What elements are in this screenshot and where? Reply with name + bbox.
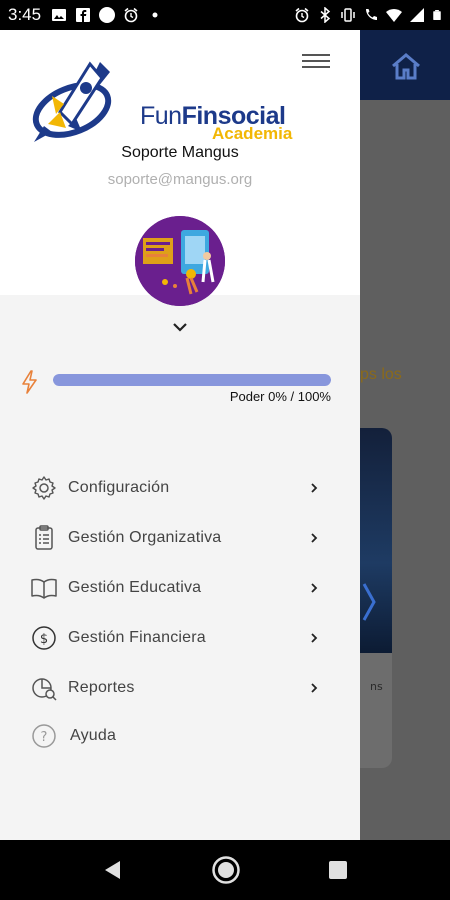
- dot-icon: [152, 12, 158, 18]
- menu-item-gestion-financiera[interactable]: $ Gestión Financiera: [0, 616, 360, 660]
- circle-icon: [99, 7, 116, 23]
- back-icon[interactable]: [102, 859, 122, 881]
- volte-icon: [366, 9, 377, 20]
- bluetooth-icon: [320, 7, 331, 23]
- status-bar: 3:45: [0, 0, 450, 30]
- alarm-icon: [124, 7, 138, 23]
- logo-fun: Fun: [140, 102, 182, 130]
- battery-icon: [433, 10, 441, 20]
- menu-item-label: Configuración: [68, 479, 170, 496]
- chevron-down-icon[interactable]: [170, 320, 190, 334]
- menu-item-label: Reportes: [68, 679, 135, 696]
- background-header: [360, 30, 450, 100]
- logo-academia: Academia: [212, 124, 293, 143]
- chevron-right-icon: [311, 583, 318, 593]
- home-button-icon[interactable]: [211, 855, 241, 885]
- menu-item-reportes[interactable]: Reportes: [0, 666, 360, 710]
- background-card-text: ns: [370, 680, 383, 693]
- dollar-icon: $: [32, 626, 56, 650]
- status-time: 3:45: [8, 5, 42, 24]
- rocket-logo-icon: [32, 61, 112, 142]
- lightning-icon: [22, 370, 37, 394]
- user-email: soporte@mangus.org: [107, 171, 253, 188]
- help-icon: ?: [32, 724, 56, 748]
- home-icon: [392, 53, 420, 80]
- menu-item-configuracion[interactable]: Configuración: [0, 466, 360, 510]
- menu-item-ayuda[interactable]: ? Ayuda: [0, 714, 360, 758]
- background-app-content: ps los ns: [360, 30, 450, 840]
- power-progress-bar: [53, 374, 331, 386]
- hamburger-menu-button[interactable]: [302, 50, 330, 74]
- avatar[interactable]: [135, 216, 225, 306]
- menu-item-label: Gestión Organizativa: [68, 529, 222, 546]
- chevron-right-icon: [311, 683, 318, 693]
- menu-item-label: Gestión Educativa: [68, 579, 202, 596]
- svg-text:$: $: [40, 632, 48, 647]
- chevron-right-icon: [311, 533, 318, 543]
- signal-icon: [410, 8, 424, 22]
- navigation-drawer: FunFinsocial Academia Soporte Mangus sop…: [0, 30, 360, 840]
- menu-item-gestion-educativa[interactable]: Gestión Educativa: [0, 566, 360, 610]
- svg-text:?: ?: [41, 730, 48, 745]
- power-progress-label: Poder 0% / 100%: [229, 389, 331, 404]
- alarm-icon: [295, 7, 309, 23]
- chevron-right-icon: [311, 483, 318, 493]
- menu-item-label: Ayuda: [70, 727, 117, 744]
- background-card: ns: [360, 428, 392, 768]
- facebook-icon: [76, 8, 91, 22]
- background-card-image: [360, 428, 392, 653]
- user-name: Soporte Mangus: [121, 144, 239, 161]
- avatar-image: [135, 216, 225, 306]
- chevron-right-icon: [311, 633, 318, 643]
- menu-item-label: Gestión Financiera: [68, 629, 206, 646]
- gear-icon: [32, 476, 56, 500]
- report-icon: [32, 678, 57, 701]
- wifi-icon: [386, 9, 402, 22]
- clipboard-icon: [35, 525, 53, 550]
- recent-apps-icon[interactable]: [328, 860, 348, 880]
- image-icon: [52, 9, 67, 21]
- system-navigation-bar: [0, 840, 450, 900]
- chevron-right-icon: [362, 583, 376, 621]
- vibrate-icon: [341, 8, 355, 22]
- funfinsocial-logo: FunFinsocial Academia: [30, 52, 292, 147]
- book-icon: [31, 578, 57, 599]
- menu-item-gestion-organizativa[interactable]: Gestión Organizativa: [0, 516, 360, 560]
- background-text: ps los: [360, 366, 402, 383]
- power-progress-fill: [53, 374, 331, 386]
